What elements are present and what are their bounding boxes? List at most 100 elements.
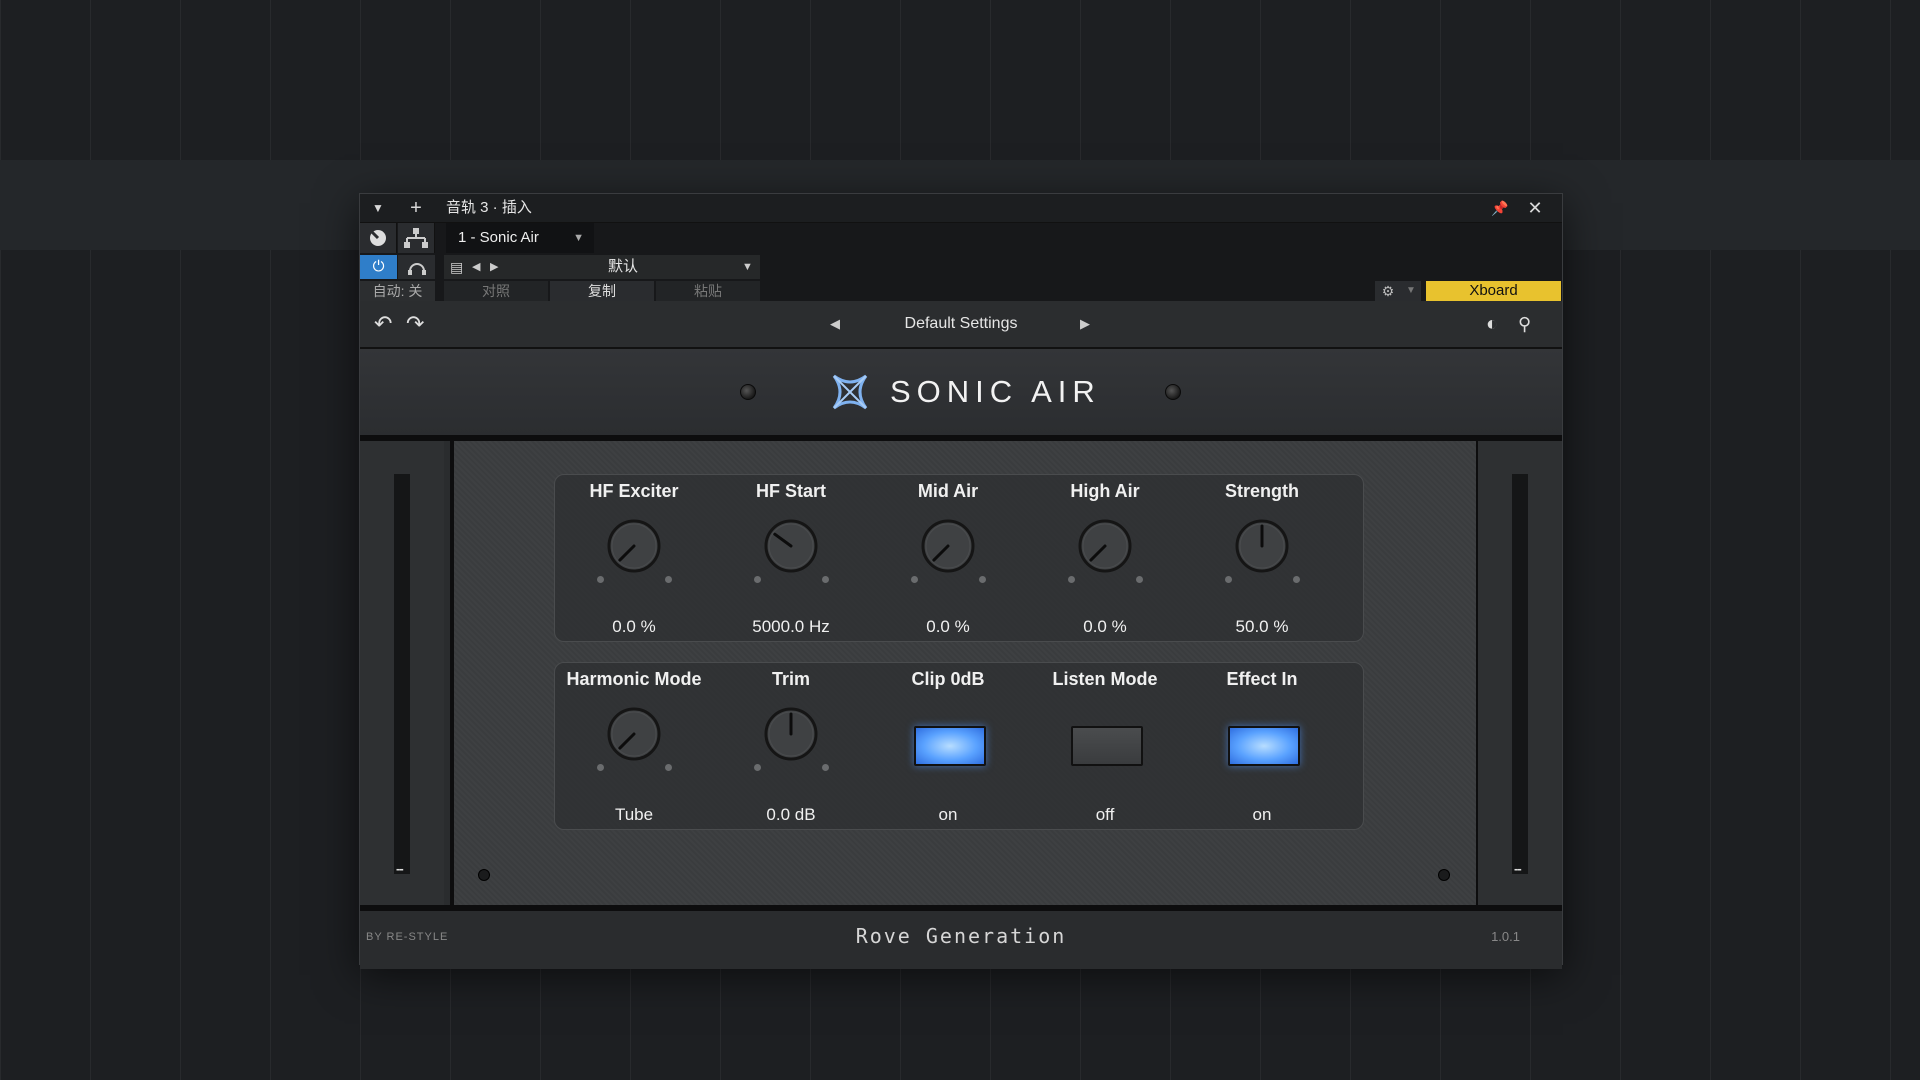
high-air-knob[interactable] [1075, 516, 1135, 576]
xboard-button[interactable]: Xboard [1426, 281, 1561, 301]
hf-exciter-value[interactable]: 0.0 % [559, 617, 709, 637]
compare-button[interactable]: 对照 [444, 281, 548, 301]
clip-0db-value[interactable]: on [873, 805, 1023, 825]
add-insert-icon[interactable]: + [406, 194, 426, 222]
track-selector[interactable]: 1 - Sonic Air ▼ [446, 223, 594, 253]
strength-label: Strength [1225, 481, 1299, 501]
chevron-down-icon[interactable]: ▼ [742, 255, 753, 279]
copy-button[interactable]: 复制 [550, 281, 654, 301]
screw-icon [1438, 869, 1450, 881]
output-meter-readout: -- [1514, 861, 1522, 876]
strength-control: Strength 50.0 % [1187, 475, 1337, 641]
output-level-meter [1512, 474, 1528, 874]
bypass-headphone-button[interactable] [398, 255, 435, 279]
exciter-controls-group: HF Exciter 0.0 % HF Start 5000.0 Hz Mid Air 0… [554, 474, 1364, 642]
effect-in-label: Effect In [1226, 669, 1298, 689]
knob-range-dot [665, 764, 672, 771]
automation-toggle[interactable]: 自动: 关 [360, 281, 435, 301]
contrast-icon[interactable]: ◐ [1486, 301, 1498, 347]
high-air-label: High Air [1070, 481, 1140, 501]
hf-exciter-label: HF Exciter [589, 481, 679, 501]
input-meter-readout: -- [396, 861, 404, 876]
effect-in-control: Effect In on [1187, 663, 1337, 829]
screw-icon [478, 869, 490, 881]
strength-value[interactable]: 50.0 % [1187, 617, 1337, 637]
plugin-footer: BY RE-STYLE Rove Generation 1.0.1 [360, 905, 1562, 969]
plugin-body: -- HF Exciter 0.0 % HF Start 5000.0 Hz Mid A… [360, 441, 1562, 905]
paste-button[interactable]: 粘贴 [656, 281, 760, 301]
trim-control: Trim 0.0 dB [716, 663, 866, 829]
chevron-down-icon[interactable]: ▼ [1401, 281, 1421, 301]
hf-start-label: HF Start [755, 481, 826, 501]
listen-mode-control: Listen Mode off [1030, 663, 1180, 829]
high-air-control: High Air 0.0 % [1030, 475, 1180, 641]
trim-label: Trim [771, 669, 810, 689]
high-air-value[interactable]: 0.0 % [1030, 617, 1180, 637]
undo-icon[interactable]: ↶ [374, 301, 392, 347]
preset-selector[interactable]: ▤ ◀ ▶ 默认 ▼ [444, 255, 760, 279]
hf-exciter-control: HF Exciter 0.0 % [559, 475, 709, 641]
harmonic-mode-knob[interactable] [604, 704, 664, 764]
prev-preset-icon[interactable]: ◀ [472, 255, 480, 279]
screw-icon [1165, 384, 1181, 400]
redo-icon[interactable]: ↷ [406, 301, 424, 347]
clip-0db-control: Clip 0dB on [873, 663, 1023, 829]
listen-mode-toggle-button[interactable] [1071, 726, 1143, 766]
pin-icon[interactable]: 📌 [1490, 194, 1510, 222]
effect-in-toggle-button[interactable] [1228, 726, 1300, 766]
channel-icon-button[interactable] [360, 223, 397, 253]
mode-controls-group: Harmonic Mode Tube Trim 0.0 dB Clip 0dB on Lis… [554, 662, 1364, 830]
hf-start-knob[interactable] [761, 516, 821, 576]
listen-mode-value[interactable]: off [1030, 805, 1180, 825]
trim-knob[interactable] [761, 704, 821, 764]
mid-air-control: Mid Air 0.0 % [873, 475, 1023, 641]
close-icon[interactable]: ✕ [1524, 194, 1546, 222]
track-row: 1 - Sonic Air ▼ [360, 223, 1562, 253]
routing-icon [404, 228, 428, 248]
listen-mode-label: Listen Mode [1052, 669, 1158, 689]
gear-icon[interactable]: ⚙ [1375, 281, 1401, 301]
maker-label: Rove Generation [855, 924, 1067, 948]
hf-start-value[interactable]: 5000.0 Hz [716, 617, 866, 637]
next-preset-icon[interactable]: ▶ [490, 255, 498, 279]
menu-dropdown-icon[interactable]: ▼ [368, 194, 388, 222]
mid-air-value[interactable]: 0.0 % [873, 617, 1023, 637]
trim-value[interactable]: 0.0 dB [716, 805, 866, 825]
window-title: 音轨 3 · 插入 [446, 199, 532, 216]
clip-0db-toggle-button[interactable] [914, 726, 986, 766]
power-button[interactable]: ⏻ [360, 255, 397, 279]
knob-range-dot [665, 576, 672, 583]
sonic-air-logo-icon [832, 374, 868, 410]
knob-range-dot [1068, 576, 1075, 583]
dial-icon [370, 230, 386, 246]
knob-range-dot [1293, 576, 1300, 583]
plugin-window: ▼ + 音轨 3 · 插入 📌 ✕ 1 - Sonic Air ▼ ⏻ ▤ ◀ … [359, 193, 1563, 969]
output-meter-panel: -- [1478, 441, 1562, 905]
knob-range-dot [979, 576, 986, 583]
knob-range-dot [1136, 576, 1143, 583]
next-preset-arrow-icon[interactable]: ▶ [1080, 301, 1090, 347]
knob-range-dot [754, 576, 761, 583]
harmonic-mode-label: Harmonic Mode [566, 669, 702, 689]
document-icon[interactable]: ▤ [450, 255, 463, 279]
preset-row: ⏻ ▤ ◀ ▶ 默认 ▼ 自动: 关 对照 复制 粘贴 ⚙ ▼ Xboard [360, 253, 1562, 301]
routing-button[interactable] [398, 223, 435, 253]
input-level-meter [394, 474, 410, 874]
headphone-icon [407, 263, 426, 275]
title-bar: ▼ + 音轨 3 · 插入 📌 ✕ [360, 194, 1562, 223]
knob-range-dot [822, 576, 829, 583]
knob-range-dot [597, 576, 604, 583]
strength-knob[interactable] [1232, 516, 1292, 576]
mid-air-knob[interactable] [918, 516, 978, 576]
plugin-brand-title: SONIC AIR [890, 374, 1101, 409]
search-zoom-icon[interactable]: ⚲ [1518, 301, 1531, 347]
clip-0db-label: Clip 0dB [911, 669, 985, 689]
harmonic-mode-control: Harmonic Mode Tube [559, 663, 709, 829]
preset-name: 默认 [607, 258, 638, 275]
harmonic-mode-value[interactable]: Tube [559, 805, 709, 825]
hf-exciter-knob[interactable] [604, 516, 664, 576]
knob-range-dot [822, 764, 829, 771]
plugin-preset-name[interactable]: Default Settings [811, 301, 1111, 347]
effect-in-value[interactable]: on [1187, 805, 1337, 825]
knob-range-dot [911, 576, 918, 583]
